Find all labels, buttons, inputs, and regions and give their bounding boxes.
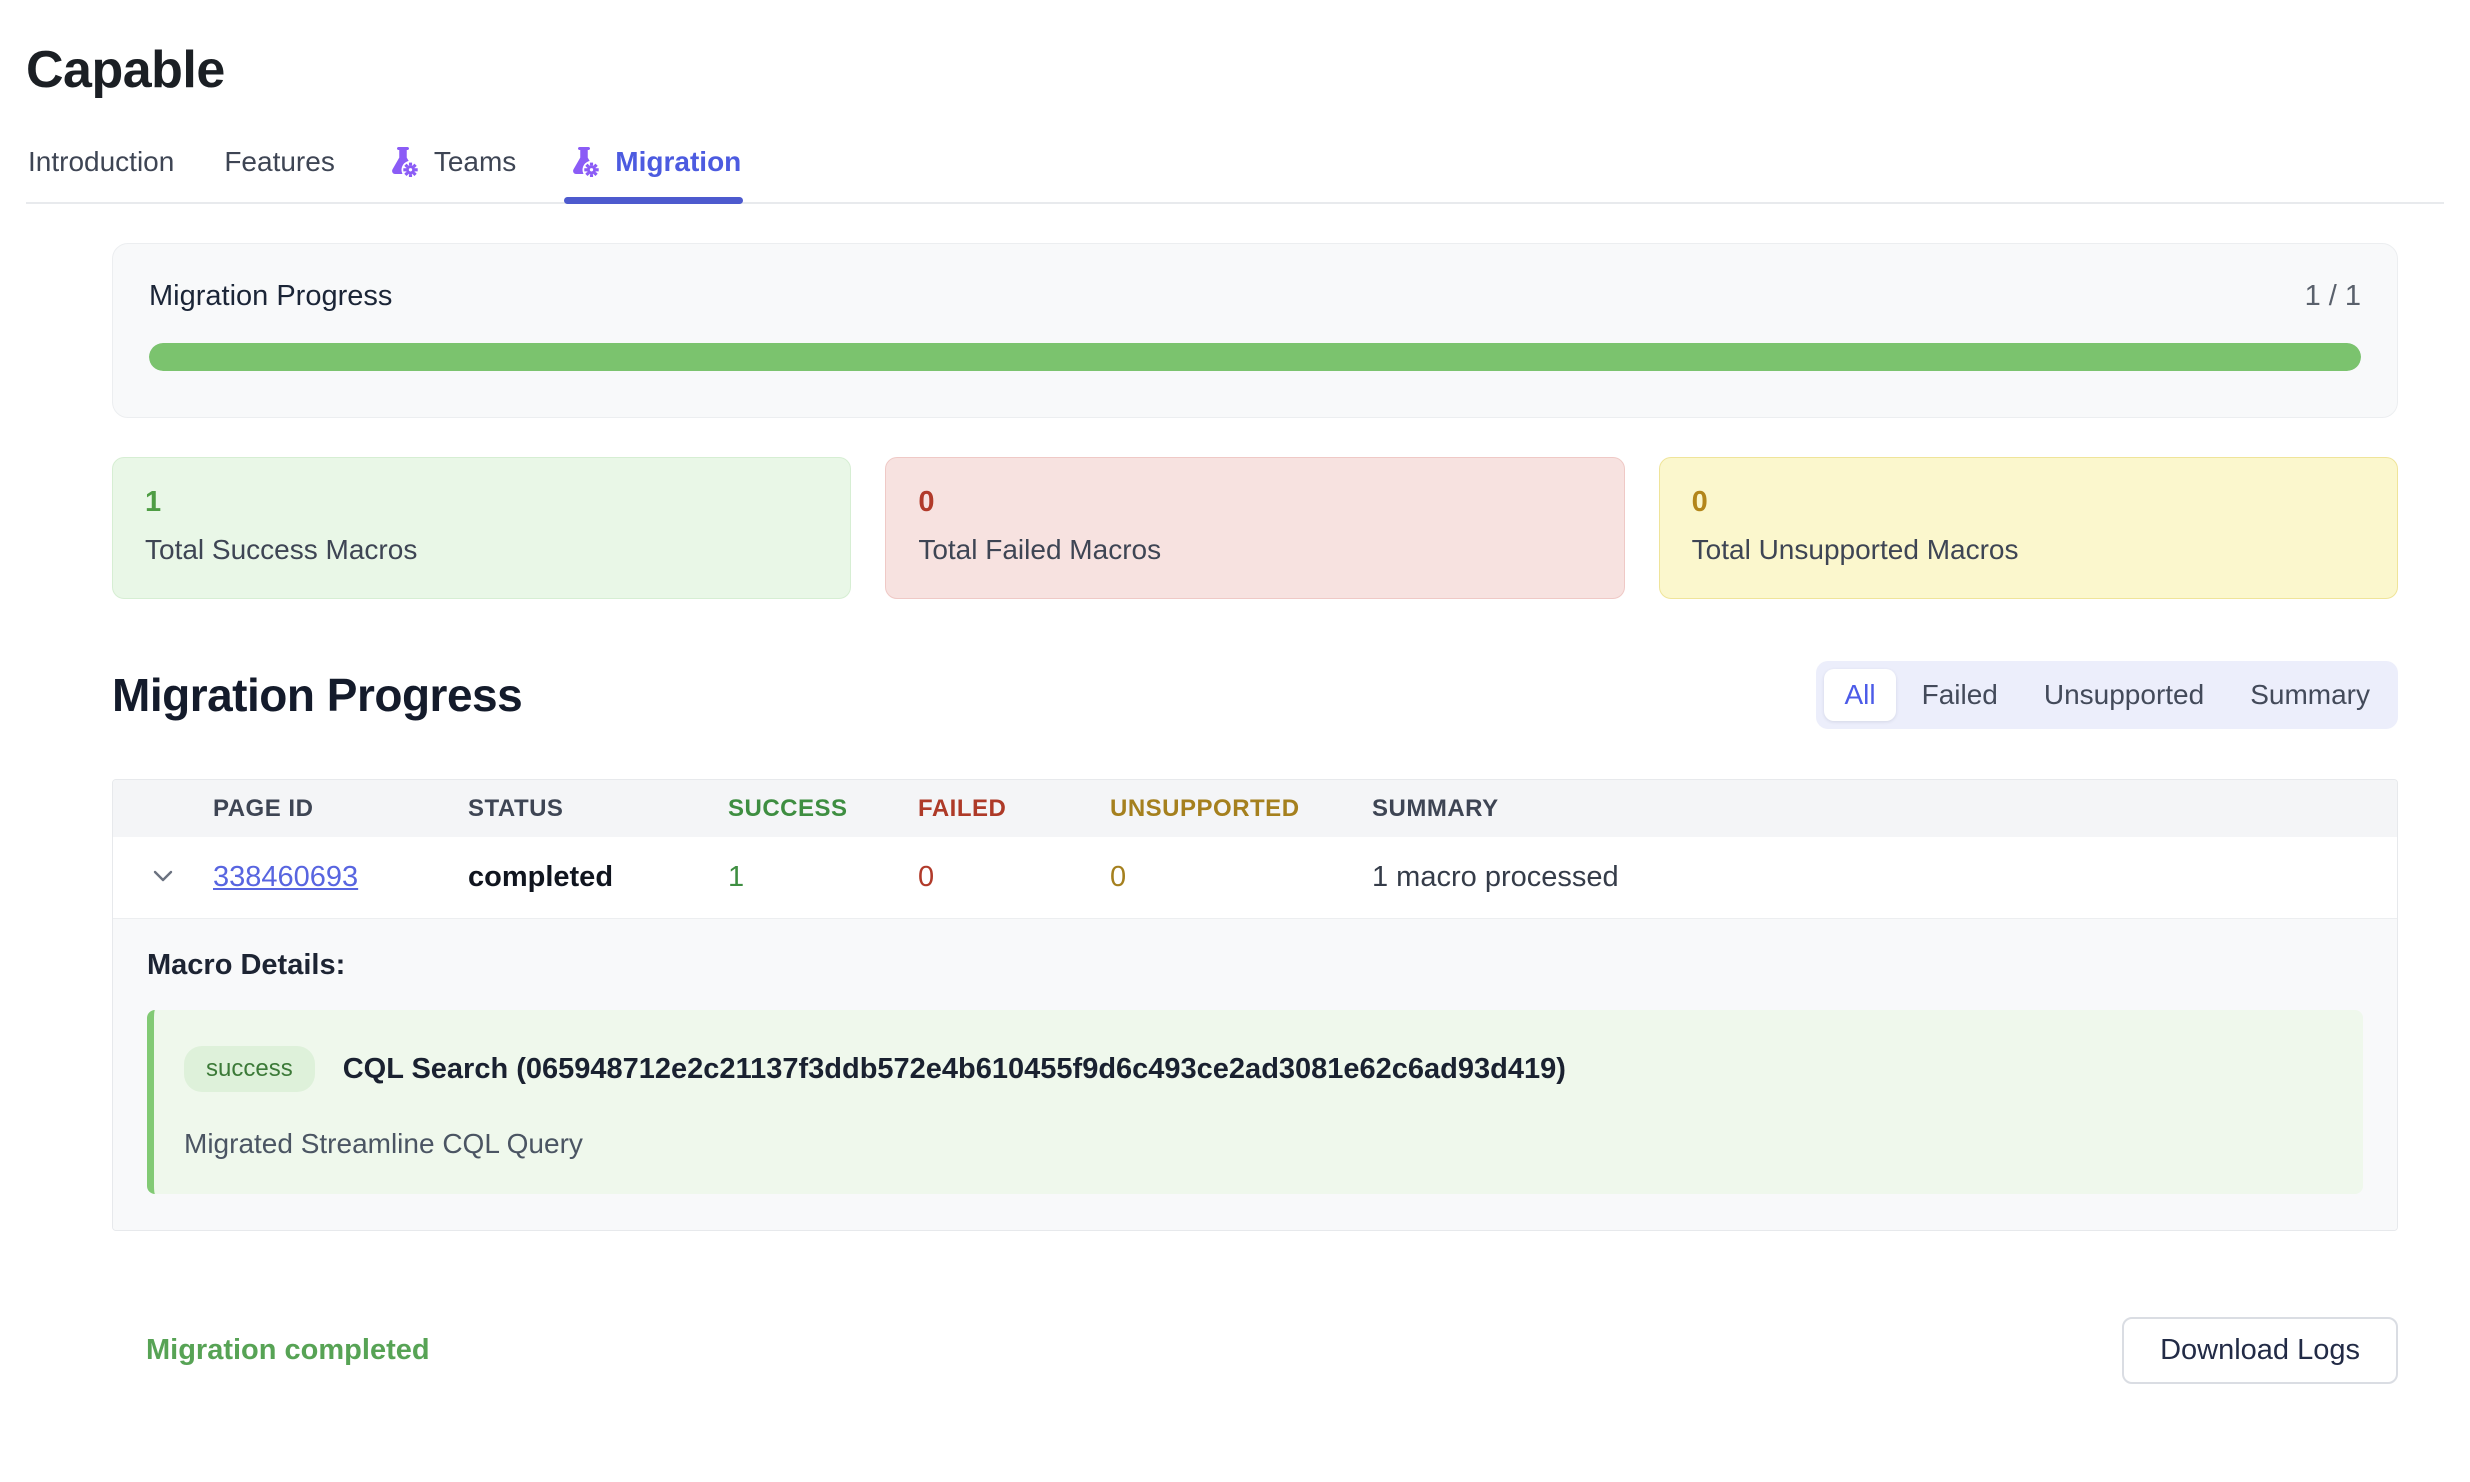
page-title: Capable xyxy=(26,40,2470,100)
migration-table: PAGE ID STATUS SUCCESS FAILED UNSUPPORTE… xyxy=(112,779,2398,1231)
macro-details-section: Macro Details: success CQL Search (06594… xyxy=(113,919,2397,1230)
table-header-row: PAGE ID STATUS SUCCESS FAILED UNSUPPORTE… xyxy=(113,780,2397,837)
progress-bar-fill xyxy=(149,343,2361,371)
tab-teams[interactable]: Teams xyxy=(383,144,518,202)
header-status: STATUS xyxy=(468,795,728,823)
tab-migration[interactable]: Migration xyxy=(564,144,743,202)
tab-label: Migration xyxy=(615,146,741,178)
progress-card-title: Migration Progress xyxy=(149,280,392,313)
flask-gear-icon xyxy=(566,144,602,180)
stat-label: Total Unsupported Macros xyxy=(1692,534,2365,566)
header-page-id: PAGE ID xyxy=(213,795,468,823)
tabbar: Introduction Features xyxy=(26,144,2444,204)
macro-description: Migrated Streamline CQL Query xyxy=(184,1128,2333,1160)
macro-detail-item: success CQL Search (065948712e2c21137f3d… xyxy=(147,1010,2363,1194)
header-success: SUCCESS xyxy=(728,795,918,823)
header-summary: SUMMARY xyxy=(1372,795,2397,823)
stat-label: Total Failed Macros xyxy=(918,534,1591,566)
stats-row: 1 Total Success Macros 0 Total Failed Ma… xyxy=(112,457,2398,599)
stat-value: 1 xyxy=(145,486,818,519)
section-title: Migration Progress xyxy=(112,668,522,722)
filter-summary[interactable]: Summary xyxy=(2230,669,2390,721)
migration-progress-card: Migration Progress 1 / 1 xyxy=(112,243,2398,418)
table-row: 338460693 completed 1 0 0 1 macro proces… xyxy=(113,837,2397,919)
chevron-down-icon xyxy=(147,860,179,895)
progress-bar-track xyxy=(149,343,2361,371)
filter-failed[interactable]: Failed xyxy=(1902,669,2018,721)
stat-value: 0 xyxy=(1692,486,2365,519)
stat-label: Total Success Macros xyxy=(145,534,818,566)
filter-unsupported[interactable]: Unsupported xyxy=(2024,669,2224,721)
row-unsupported-count: 0 xyxy=(1110,861,1372,894)
stat-card-success: 1 Total Success Macros xyxy=(112,457,851,599)
tab-label: Features xyxy=(224,146,335,178)
migration-tab-content: Migration Progress 1 / 1 1 Total Success… xyxy=(112,243,2398,1384)
filter-all[interactable]: All xyxy=(1824,669,1895,721)
tab-introduction[interactable]: Introduction xyxy=(26,144,176,202)
stat-value: 0 xyxy=(918,486,1591,519)
header-unsupported: UNSUPPORTED xyxy=(1110,795,1372,823)
page-id-link[interactable]: 338460693 xyxy=(213,861,358,893)
stat-card-unsupported: 0 Total Unsupported Macros xyxy=(1659,457,2398,599)
row-success-count: 1 xyxy=(728,861,918,894)
progress-counter: 1 / 1 xyxy=(2305,280,2361,313)
download-logs-button[interactable]: Download Logs xyxy=(2122,1317,2398,1384)
tab-label: Introduction xyxy=(28,146,174,178)
row-summary: 1 macro processed xyxy=(1372,861,2397,894)
tab-features[interactable]: Features xyxy=(222,144,337,202)
row-expander-button[interactable] xyxy=(143,856,183,899)
row-failed-count: 0 xyxy=(918,861,1110,894)
filter-group: All Failed Unsupported Summary xyxy=(1816,661,2398,729)
macro-title: CQL Search (065948712e2c21137f3ddb572e4b… xyxy=(343,1053,1566,1086)
flask-gear-icon xyxy=(385,144,421,180)
header-failed: FAILED xyxy=(918,795,1110,823)
row-status: completed xyxy=(468,861,728,894)
success-badge: success xyxy=(184,1046,315,1092)
tab-label: Teams xyxy=(434,146,516,178)
migration-status-text: Migration completed xyxy=(146,1334,430,1367)
macro-details-heading: Macro Details: xyxy=(147,949,2363,982)
stat-card-failed: 0 Total Failed Macros xyxy=(885,457,1624,599)
